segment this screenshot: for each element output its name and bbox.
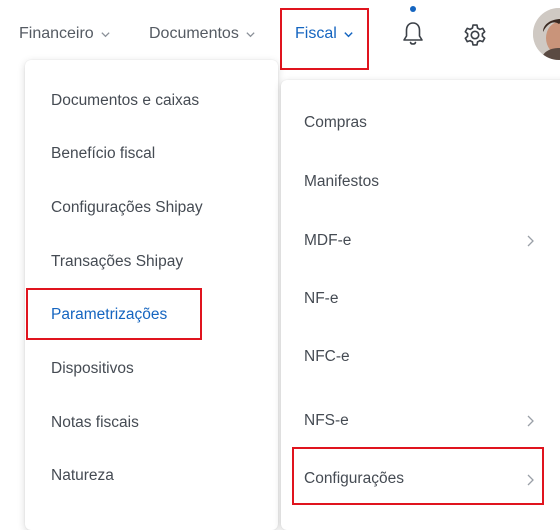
submenu-item-compras[interactable]: Compras <box>304 111 367 135</box>
menu-item-label: Dispositivos <box>51 360 134 377</box>
gear-icon <box>464 24 486 46</box>
chevron-right-icon <box>527 235 534 247</box>
menu-item-label: Configurações Shipay <box>51 199 203 216</box>
submenu-item-nfc-e[interactable]: NFC-e <box>304 345 350 369</box>
submenu-item-label: NFS-e <box>304 412 349 429</box>
nav-financeiro-label: Financeiro <box>19 25 94 42</box>
menu-item-beneficio-fiscal[interactable]: Benefício fiscal <box>51 142 155 166</box>
submenu-item-label: Manifestos <box>304 173 379 190</box>
menu-item-documentos-e-caixas[interactable]: Documentos e caixas <box>51 89 199 113</box>
nav-documentos-label: Documentos <box>149 25 239 42</box>
submenu-item-label: MDF-e <box>304 232 352 249</box>
bell-icon <box>403 22 423 45</box>
settings-button[interactable] <box>459 19 491 51</box>
submenu-item-manifestos[interactable]: Manifestos <box>304 170 379 194</box>
menu-item-label: Natureza <box>51 467 114 484</box>
submenu-item-mdf-e[interactable]: MDF-e <box>304 229 351 253</box>
submenu-item-nf-e[interactable]: NF-e <box>304 287 338 311</box>
menu-item-transacoes-shipay[interactable]: Transações Shipay <box>51 250 183 274</box>
menu-item-label: Documentos e caixas <box>51 92 200 109</box>
menu-item-label: Transações Shipay <box>51 253 184 270</box>
nav-financeiro[interactable]: Financeiro <box>19 22 111 46</box>
submenu-item-label: NFC-e <box>304 348 350 365</box>
menu-item-notas-fiscais[interactable]: Notas fiscais <box>51 411 139 435</box>
submenu-item-nfs-e[interactable]: NFS-e <box>304 409 349 433</box>
chevron-down-icon <box>101 31 110 37</box>
notification-dot <box>410 6 416 12</box>
configuracoes-highlight-box <box>292 447 544 505</box>
notifications-button[interactable] <box>398 18 428 50</box>
menu-item-configuracoes-shipay[interactable]: Configurações Shipay <box>51 196 203 220</box>
chevron-down-icon <box>246 31 255 37</box>
menu-item-natureza[interactable]: Natureza <box>51 464 114 488</box>
submenu-item-label: Compras <box>304 114 367 131</box>
avatar[interactable] <box>533 8 560 60</box>
chevron-right-icon <box>527 415 534 427</box>
fiscal-highlight-box <box>280 8 369 70</box>
submenu-item-label: NF-e <box>304 290 339 307</box>
menu-item-label: Notas fiscais <box>51 414 139 431</box>
menu-item-label: Benefício fiscal <box>51 145 156 162</box>
nav-documentos[interactable]: Documentos <box>149 22 256 46</box>
menu-item-dispositivos[interactable]: Dispositivos <box>51 357 134 381</box>
user-avatar-image <box>533 8 560 60</box>
parametrizacoes-highlight-box <box>26 288 202 340</box>
